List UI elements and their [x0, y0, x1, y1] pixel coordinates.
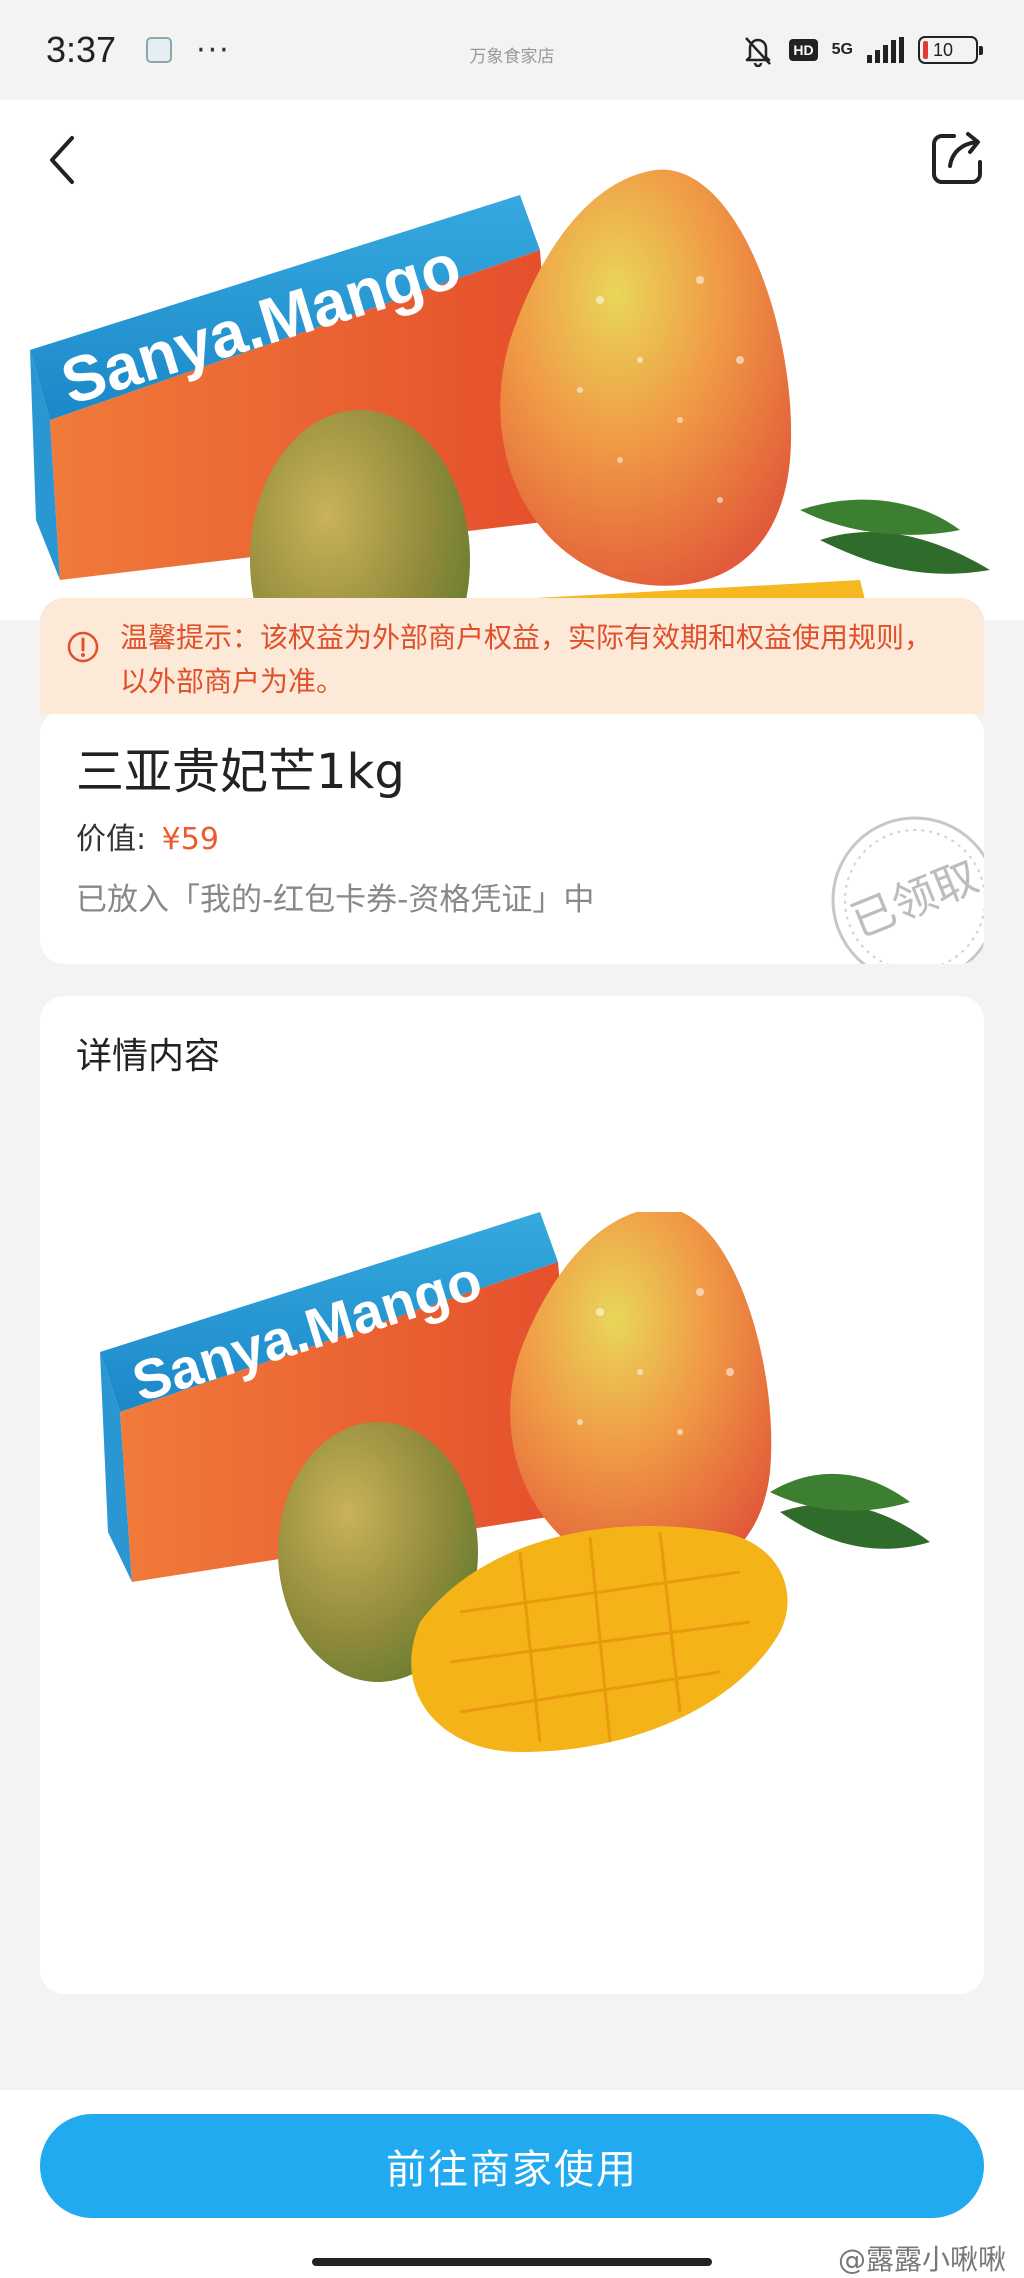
share-button[interactable]	[928, 128, 988, 188]
info-icon	[67, 631, 99, 663]
detail-product-image: Sanya.Mango	[100, 1212, 930, 1752]
claimed-stamp-text: 已领取	[844, 851, 984, 948]
product-info-card: 三亚贵妃芒1kg 价值: ¥59 已放入「我的-红包卡券-资格凭证」中 已领取	[40, 710, 984, 964]
status-center-label: 万象食家店	[469, 47, 555, 67]
bottom-action-bar: 前往商家使用 @露露小啾啾	[0, 2090, 1024, 2278]
product-title: 三亚贵妃芒1kg	[76, 744, 405, 800]
coupon-location-text: 已放入「我的-红包卡券-资格凭证」中	[76, 882, 595, 918]
claimed-stamp: 已领取	[831, 816, 984, 964]
detail-title: 详情内容	[76, 1036, 221, 1077]
watermark: @露露小啾啾	[837, 2243, 1006, 2276]
home-indicator[interactable]	[312, 2258, 712, 2266]
back-button[interactable]	[44, 130, 84, 190]
battery-icon: 10	[918, 36, 983, 64]
product-price: ¥59	[161, 822, 219, 857]
go-to-merchant-button[interactable]: 前往商家使用	[40, 2114, 984, 2218]
status-bar: 3:37 ··· 万象食家店 HD 5G 10	[0, 0, 1024, 100]
notice-banner: 温馨提示：该权益为外部商户权益，实际有效期和权益使用规则，以外部商户为准。	[40, 598, 984, 714]
notice-text: 温馨提示：该权益为外部商户权益，实际有效期和权益使用规则，以外部商户为准。	[120, 621, 933, 698]
detail-card: 详情内容 Sanya.Mango	[40, 996, 984, 1994]
mango-product-illustration: Sanya.Mango	[30, 169, 990, 620]
value-label: 价值:	[76, 822, 147, 857]
product-hero-image: Sanya.Mango	[0, 100, 1024, 620]
value-row: 价值: ¥59	[76, 818, 948, 862]
battery-level: 10	[933, 39, 954, 60]
